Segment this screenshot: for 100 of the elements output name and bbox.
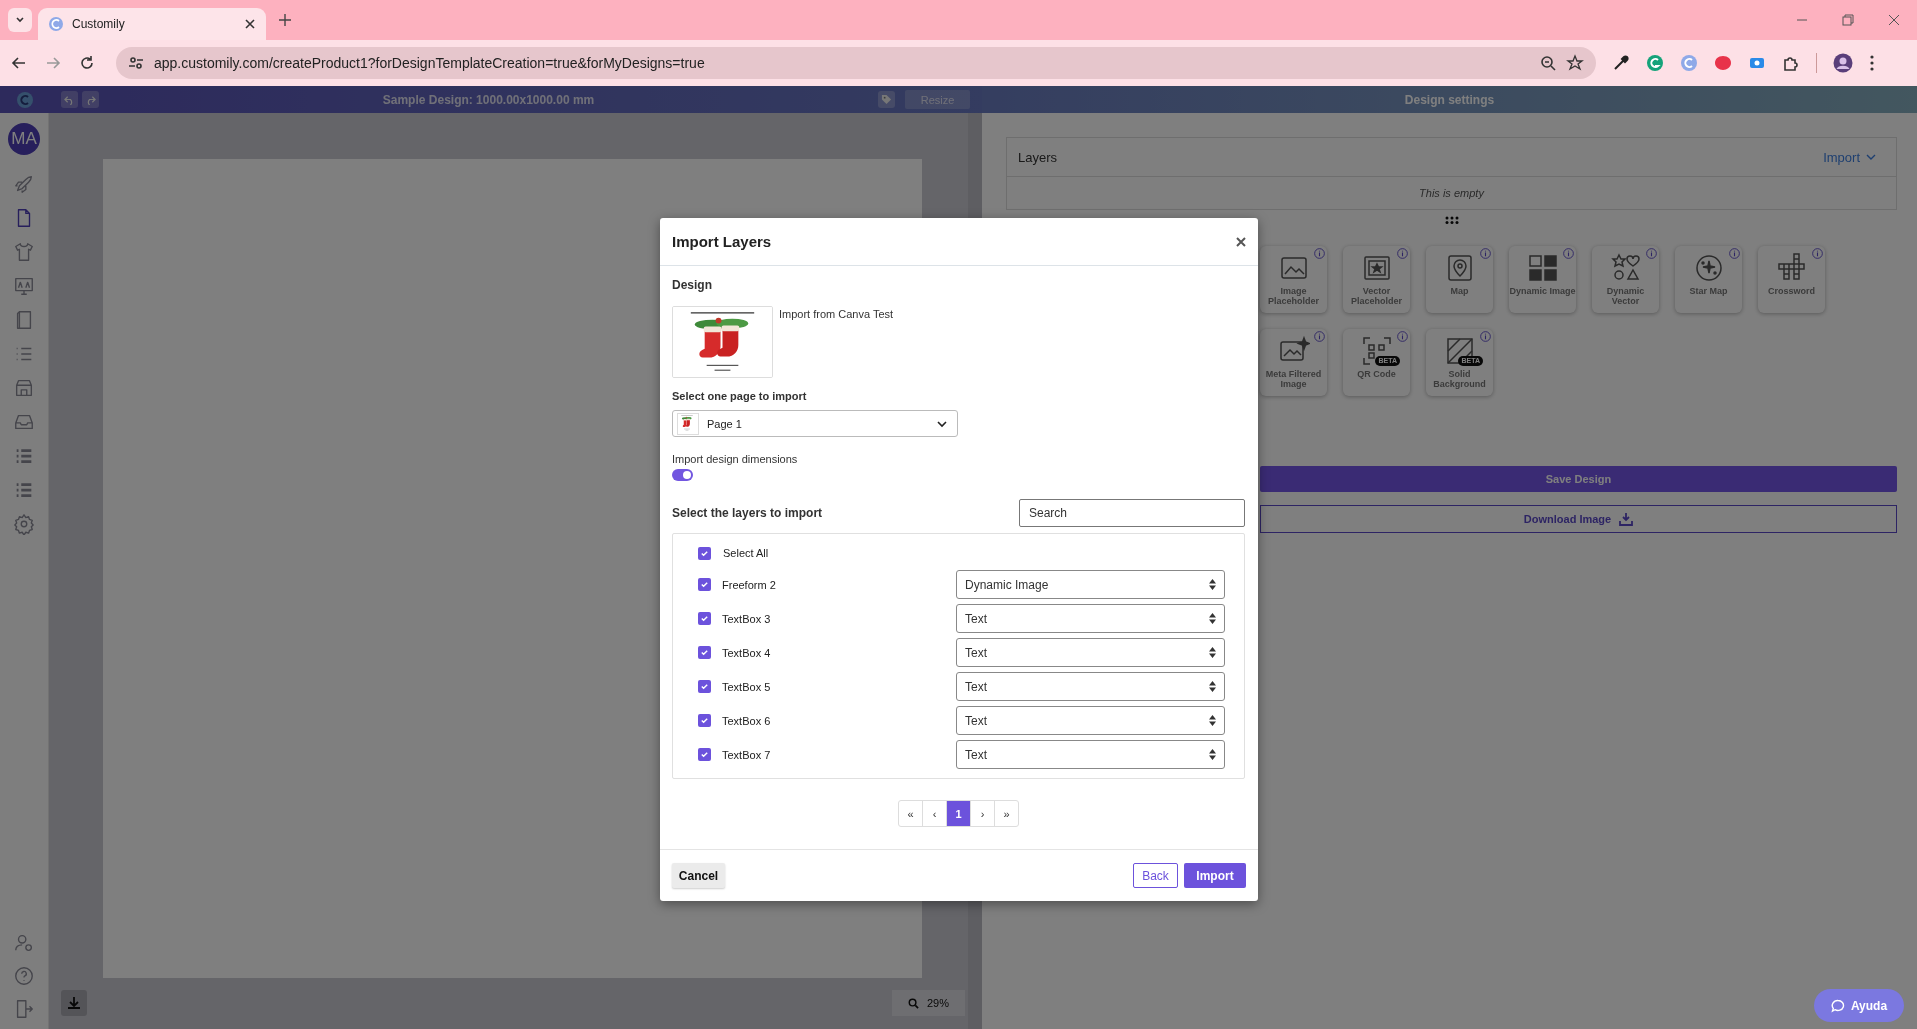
checkbox[interactable] <box>698 748 711 761</box>
tool-tile[interactable]: Image Placeholder <box>1260 246 1327 313</box>
close-icon[interactable] <box>1236 236 1246 247</box>
help-icon[interactable] <box>13 964 35 987</box>
toggle-switch[interactable] <box>672 469 693 481</box>
tool-tile[interactable]: Dynamic Image <box>1509 246 1576 313</box>
chat-icon <box>1830 998 1845 1013</box>
user-avatar[interactable]: MA <box>8 123 40 155</box>
page-link[interactable]: › <box>970 801 994 826</box>
gear-icon[interactable] <box>13 513 35 535</box>
drag-handle-icon[interactable] <box>1444 216 1459 224</box>
sort-arrows-icon <box>1209 579 1216 590</box>
chevron-icon <box>1866 153 1876 161</box>
image-grid-icon <box>1526 252 1559 284</box>
close-icon[interactable] <box>244 18 256 30</box>
design-name: Import from Canva Test <box>779 307 894 322</box>
layer-type-select[interactable]: Text <box>956 740 1225 769</box>
sort-arrows-icon <box>1209 749 1216 760</box>
tool-tile[interactable]: Dynamic Vector <box>1592 246 1659 313</box>
layer-type-select[interactable]: Dynamic Image <box>956 570 1225 599</box>
star-icon[interactable] <box>1566 54 1584 72</box>
info-icon[interactable] <box>1314 248 1325 259</box>
extension-icon[interactable] <box>1646 54 1664 72</box>
layer-type-select[interactable]: Text <box>956 638 1225 667</box>
info-icon[interactable] <box>1397 248 1408 259</box>
check-icon <box>700 548 709 558</box>
caret-icon <box>15 15 25 25</box>
layer-name: TextBox 4 <box>722 646 772 659</box>
download-button[interactable] <box>61 990 87 1016</box>
check-icon <box>700 682 709 691</box>
layer-type-select[interactable]: Text <box>956 672 1225 701</box>
avatar-icon[interactable] <box>1833 53 1853 73</box>
logo-icon[interactable] <box>15 90 34 109</box>
page-link[interactable]: 1 <box>946 801 970 826</box>
checkbox[interactable] <box>698 578 711 591</box>
tool-tile[interactable]: Vector Placeholder <box>1343 246 1410 313</box>
sort-arrows-icon <box>1209 681 1216 692</box>
monitor-icon[interactable] <box>13 275 35 297</box>
search-icon <box>908 997 919 1009</box>
tab-list-button[interactable] <box>8 8 32 32</box>
rocket-icon[interactable] <box>13 173 35 195</box>
tool-tile[interactable]: Crossword <box>1758 246 1825 313</box>
layer-name: TextBox 5 <box>722 680 772 693</box>
panel-title: Design settings <box>1404 92 1495 107</box>
sort-arrows-icon <box>1209 647 1216 658</box>
address-bar[interactable]: app.customily.com/createProduct1?forDesignTemplateCreation=true&forMyDesigns=true <box>116 47 1596 79</box>
extension-icon[interactable] <box>1714 54 1732 72</box>
layer-type-select[interactable]: Text <box>956 604 1225 633</box>
page-select[interactable]: Page 1 <box>672 410 958 437</box>
layers-title: Layers <box>1018 149 1058 165</box>
info-icon[interactable] <box>1812 248 1823 259</box>
tab-title: Customily <box>72 17 126 31</box>
menu-icon[interactable] <box>1869 54 1875 72</box>
back-button[interactable]: Back <box>1133 863 1178 888</box>
info-icon[interactable] <box>1314 331 1325 342</box>
shirt-icon[interactable] <box>13 241 35 263</box>
tool-tile[interactable]: Map <box>1426 246 1493 313</box>
layer-type-select[interactable]: Text <box>956 706 1225 735</box>
eyedropper-icon[interactable] <box>1612 54 1630 72</box>
favicon-icon <box>48 16 64 32</box>
info-icon[interactable] <box>1480 248 1491 259</box>
import-button[interactable]: Import <box>1184 863 1246 888</box>
page-link[interactable]: » <box>994 801 1018 826</box>
help-button[interactable]: Ayuda <box>1814 989 1904 1022</box>
download-icon <box>1619 512 1634 526</box>
save-design-button[interactable]: Save Design <box>1260 466 1897 492</box>
reload-icon[interactable] <box>78 54 96 72</box>
layer-name: Freeform 2 <box>722 578 777 591</box>
checkbox[interactable] <box>698 646 711 659</box>
checkbox[interactable] <box>698 612 711 625</box>
download-image-button[interactable]: Download Image <box>1260 505 1897 533</box>
puzzle-icon[interactable] <box>1782 54 1800 72</box>
download-icon <box>67 996 81 1010</box>
tool-tile[interactable]: Star Map <box>1675 246 1742 313</box>
checkbox[interactable] <box>698 680 711 693</box>
browser-tab[interactable]: Customily <box>38 8 266 40</box>
info-icon[interactable] <box>1397 331 1408 342</box>
info-icon[interactable] <box>1646 248 1657 259</box>
info-icon[interactable] <box>1729 248 1740 259</box>
check-icon <box>700 614 709 623</box>
checkbox[interactable] <box>698 714 711 727</box>
layer-name: TextBox 6 <box>722 714 772 727</box>
info-icon[interactable] <box>1480 331 1491 342</box>
check-icon <box>700 750 709 759</box>
page-link[interactable]: « <box>899 801 922 826</box>
new-tab-icon[interactable] <box>278 13 292 27</box>
cancel-button[interactable]: Cancel <box>672 863 725 888</box>
check-icon <box>700 580 709 589</box>
site-info-icon[interactable] <box>128 55 144 71</box>
search-field[interactable]: Search <box>1019 499 1245 527</box>
check-icon <box>700 716 709 725</box>
zoom-control[interactable]: 29% <box>892 990 965 1016</box>
design-title: Sample Design: 1000.00x1000.00 mm <box>381 92 596 107</box>
extension-icon[interactable] <box>1680 54 1698 72</box>
store-icon[interactable] <box>13 377 35 399</box>
tool-tile[interactable]: Meta Filtered Image <box>1260 329 1327 396</box>
info-icon[interactable] <box>1563 248 1574 259</box>
field-label: Select one page to import <box>672 389 808 404</box>
checkbox[interactable] <box>698 546 711 560</box>
zoom-icon[interactable] <box>1540 55 1556 71</box>
